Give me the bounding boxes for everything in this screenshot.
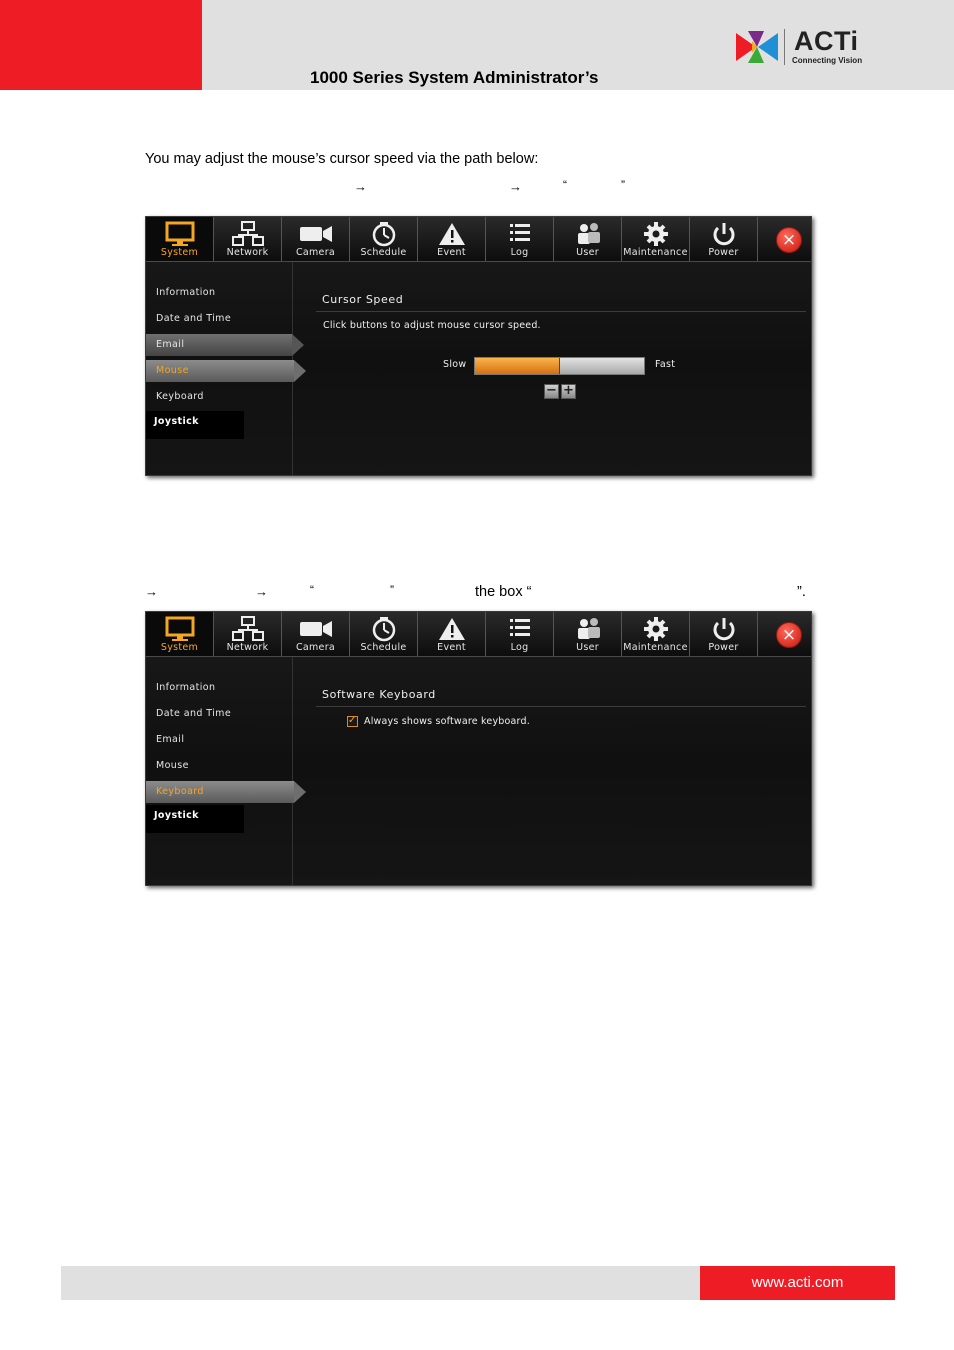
increase-speed-button[interactable]: +: [561, 384, 576, 399]
butterfly-icon: [736, 31, 778, 63]
sidebar-item-date-time[interactable]: Date and Time: [146, 308, 292, 330]
power-icon: [713, 618, 735, 641]
nav-tab-user[interactable]: User: [554, 612, 622, 656]
path-box-text: the box “: [475, 584, 532, 600]
nav-tab-maintenance[interactable]: Maintenance: [622, 217, 690, 261]
clock-icon: [372, 222, 396, 247]
acti-logo: ACTi Connecting Vision: [734, 26, 874, 69]
gear-icon: [644, 222, 668, 246]
section-title: Cursor Speed: [322, 293, 404, 306]
warning-icon: [439, 223, 465, 245]
path-arrow-icon: →: [255, 584, 268, 599]
mouse-settings-screenshot: System Network Camera Schedule Event Log…: [145, 216, 812, 476]
fast-label: Fast: [655, 359, 676, 370]
monitor-icon: [165, 616, 195, 641]
sidebar-item-keyboard[interactable]: Keyboard: [146, 386, 292, 408]
nav-tab-system[interactable]: System: [146, 612, 214, 656]
cursor-speed-fill: [475, 358, 560, 374]
users-icon: [578, 618, 600, 639]
sidebar-item-keyboard[interactable]: Keyboard: [146, 781, 306, 803]
list-icon: [510, 224, 530, 241]
nav-tab-log[interactable]: Log: [486, 612, 554, 656]
sidebar-item-joystick[interactable]: Joystick: [146, 411, 244, 439]
top-nav-bar: System Network Camera Schedule Event Log…: [146, 612, 811, 657]
sidebar-item-information[interactable]: Information: [146, 677, 292, 699]
sidebar-item-date-time[interactable]: Date and Time: [146, 703, 292, 725]
section-divider: [316, 706, 806, 707]
nav-tab-camera[interactable]: Camera: [282, 612, 350, 656]
decrease-speed-button[interactable]: −: [544, 384, 559, 399]
clock-icon: [372, 617, 396, 642]
nav-tab-log[interactable]: Log: [486, 217, 554, 261]
sidebar-item-mouse[interactable]: Mouse: [146, 360, 306, 382]
path-arrow-icon: →: [509, 179, 522, 194]
path-end-text: ”.: [797, 584, 806, 600]
list-icon: [510, 619, 530, 636]
cursor-speed-bar: [474, 357, 645, 375]
nav-tab-camera[interactable]: Camera: [282, 217, 350, 261]
logo-tagline: Connecting Vision: [792, 56, 863, 65]
nav-tab-user[interactable]: User: [554, 217, 622, 261]
nav-tab-event[interactable]: Event: [418, 217, 486, 261]
monitor-icon: [165, 221, 195, 246]
logo-text: ACTi: [794, 26, 859, 56]
path-open-quote: “: [310, 583, 314, 597]
document-title: 1000 Series System Administrator’s: [310, 68, 599, 87]
footer-url-link[interactable]: www.acti.com: [700, 1266, 895, 1300]
sidebar-item-email[interactable]: Email: [146, 729, 292, 751]
nav-tab-schedule[interactable]: Schedule: [350, 612, 418, 656]
slow-label: Slow: [443, 359, 467, 370]
nav-tab-system[interactable]: System: [146, 217, 214, 261]
section-divider: [316, 311, 806, 312]
users-icon: [578, 223, 600, 244]
power-icon: [713, 223, 735, 246]
camera-icon: [300, 226, 332, 242]
settings-sidebar: Information Date and Time Email Mouse Ke…: [146, 262, 306, 475]
close-icon: ×: [781, 230, 797, 250]
network-icon: [232, 616, 264, 641]
sidebar-item-mouse[interactable]: Mouse: [146, 755, 292, 777]
software-keyboard-label: Always shows software keyboard.: [364, 716, 530, 727]
nav-tab-network[interactable]: Network: [214, 217, 282, 261]
section-description: Click buttons to adjust mouse cursor spe…: [323, 320, 541, 331]
software-keyboard-checkbox[interactable]: ✓: [347, 715, 358, 727]
header-red-block: [0, 0, 202, 90]
nav-tab-power[interactable]: Power: [690, 612, 758, 656]
sidebar-item-information[interactable]: Information: [146, 282, 292, 304]
section-title: Software Keyboard: [322, 688, 436, 701]
nav-tab-schedule[interactable]: Schedule: [350, 217, 418, 261]
nav-tab-power[interactable]: Power: [690, 217, 758, 261]
intro-paragraph: You may adjust the mouse’s cursor speed …: [145, 151, 539, 167]
nav-tab-maintenance[interactable]: Maintenance: [622, 612, 690, 656]
close-icon: ×: [781, 625, 797, 645]
path-arrow-icon: →: [145, 584, 158, 599]
nav-tab-event[interactable]: Event: [418, 612, 486, 656]
keyboard-settings-screenshot: System Network Camera Schedule Event Log…: [145, 611, 812, 886]
camera-icon: [300, 621, 332, 637]
warning-icon: [439, 618, 465, 640]
sidebar-item-joystick[interactable]: Joystick: [146, 805, 244, 833]
close-button[interactable]: ×: [776, 622, 802, 648]
path-close-quote: ”: [390, 583, 394, 597]
settings-sidebar: Information Date and Time Email Mouse Ke…: [146, 657, 306, 885]
checkmark-icon: ✓: [348, 715, 357, 726]
path-close-quote: ”: [621, 178, 625, 192]
nav-tab-network[interactable]: Network: [214, 612, 282, 656]
gear-icon: [644, 617, 668, 641]
path-arrow-icon: →: [354, 179, 367, 194]
sidebar-item-email[interactable]: Email: [146, 334, 304, 356]
close-button[interactable]: ×: [776, 227, 802, 253]
network-icon: [232, 221, 264, 246]
top-nav-bar: System Network Camera Schedule Event Log…: [146, 217, 811, 262]
path-open-quote: “: [563, 178, 567, 192]
